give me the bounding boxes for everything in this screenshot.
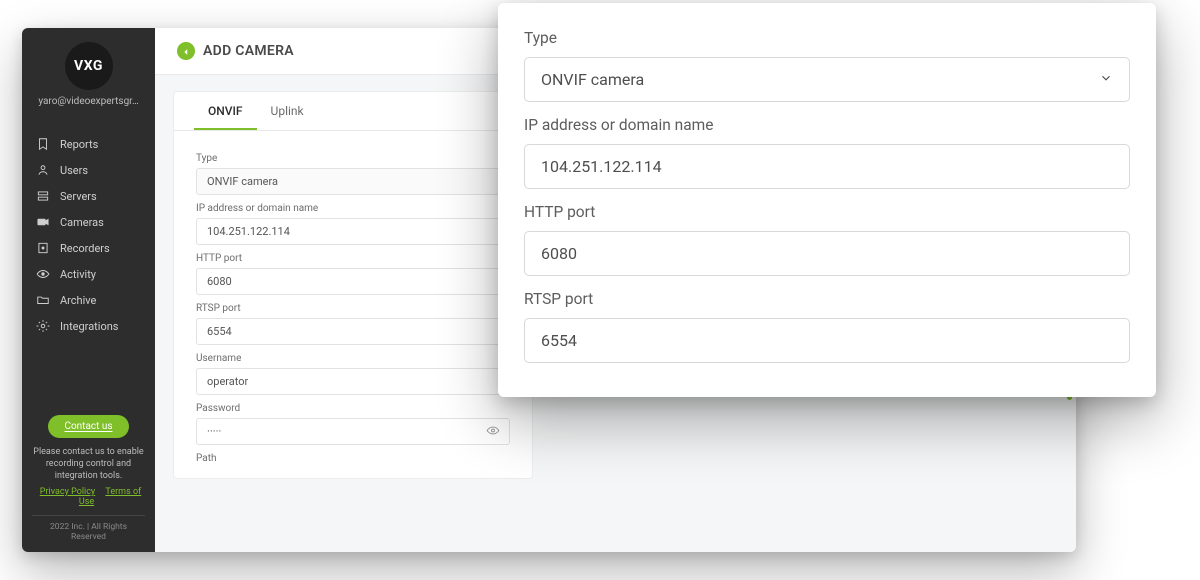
page-title: ADD CAMERA: [203, 43, 294, 59]
chevron-down-icon: [1099, 70, 1113, 89]
rtsp-port-value: 6554: [541, 331, 577, 350]
label-password: Password: [196, 403, 510, 414]
sidebar-item-cameras[interactable]: Cameras: [22, 209, 155, 235]
label-type: Type: [196, 153, 510, 164]
server-icon: [36, 189, 50, 203]
label-path: Path: [196, 453, 510, 464]
sidebar-item-label: Integrations: [60, 320, 118, 333]
sidebar-item-reports[interactable]: Reports: [22, 131, 155, 157]
folder-icon: [36, 293, 50, 307]
fg-label-rtsp: RTSP port: [524, 290, 1130, 308]
label-http: HTTP port: [196, 253, 510, 264]
toggle-password-visibility[interactable]: [486, 422, 500, 441]
sidebar-nav: Reports Users Servers Cameras Recorders …: [22, 131, 155, 339]
add-camera-card: ONVIF Uplink Type ONVIF camera IP addres…: [173, 91, 533, 479]
sidebar-item-label: Archive: [60, 294, 96, 307]
bookmark-icon: [36, 137, 50, 151]
ip-input-small[interactable]: [196, 218, 510, 245]
eye-icon: [486, 422, 500, 441]
fg-label-ip: IP address or domain name: [524, 116, 1130, 134]
zoom-panel: Type ONVIF camera IP address or domain n…: [498, 3, 1156, 397]
ip-input[interactable]: 104.251.122.114: [524, 144, 1130, 189]
eye-icon: [36, 267, 50, 281]
fg-label-http: HTTP port: [524, 203, 1130, 221]
back-button[interactable]: [177, 42, 195, 60]
tab-onvif[interactable]: ONVIF: [194, 92, 257, 130]
sidebar-item-recorders[interactable]: Recorders: [22, 235, 155, 261]
onvif-form: Type ONVIF camera IP address or domain n…: [174, 131, 532, 464]
sidebar-item-label: Activity: [60, 268, 96, 281]
sidebar-item-label: Recorders: [60, 242, 110, 255]
sidebar-footer: Contact us Please contact us to enable r…: [22, 403, 155, 552]
camera-icon: [36, 215, 50, 229]
rtsp-port-input-small[interactable]: [196, 318, 510, 345]
tabs: ONVIF Uplink: [174, 92, 532, 131]
ip-input-value: 104.251.122.114: [541, 157, 662, 176]
copyright: 2022 Inc. | All Rights Reserved: [32, 515, 145, 542]
privacy-policy-link[interactable]: Privacy Policy: [40, 487, 95, 497]
sidebar-item-activity[interactable]: Activity: [22, 261, 155, 287]
username-input[interactable]: [196, 368, 510, 395]
label-rtsp: RTSP port: [196, 303, 510, 314]
contact-us-button[interactable]: Contact us: [48, 415, 128, 438]
fg-label-type: Type: [524, 29, 1130, 47]
tab-uplink[interactable]: Uplink: [257, 92, 318, 130]
footer-note: Please contact us to enable recording co…: [32, 446, 145, 482]
user-icon: [36, 163, 50, 177]
recorder-icon: [36, 241, 50, 255]
type-select[interactable]: ONVIF camera: [524, 57, 1130, 102]
label-ip: IP address or domain name: [196, 203, 510, 214]
chevron-left-icon: [181, 42, 191, 61]
http-port-value: 6080: [541, 244, 577, 263]
sidebar-item-integrations[interactable]: Integrations: [22, 313, 155, 339]
sidebar-item-archive[interactable]: Archive: [22, 287, 155, 313]
sidebar-item-users[interactable]: Users: [22, 157, 155, 183]
user-email: yaro@videoexpertsgr…: [22, 90, 155, 117]
sidebar-item-label: Users: [60, 164, 88, 177]
sidebar-item-servers[interactable]: Servers: [22, 183, 155, 209]
sidebar-item-label: Cameras: [60, 216, 104, 229]
label-username: Username: [196, 353, 510, 364]
cog-icon: [36, 319, 50, 333]
sidebar: VXG yaro@videoexpertsgr… Reports Users S…: [22, 28, 155, 552]
http-port-input-small[interactable]: [196, 268, 510, 295]
type-select-value: ONVIF camera: [541, 70, 644, 89]
http-port-input[interactable]: 6080: [524, 231, 1130, 276]
sidebar-item-label: Reports: [60, 138, 98, 151]
password-input[interactable]: [196, 418, 510, 445]
sidebar-item-label: Servers: [60, 190, 97, 203]
type-select-small[interactable]: ONVIF camera: [196, 168, 510, 195]
rtsp-port-input[interactable]: 6554: [524, 318, 1130, 363]
brand-logo: VXG: [65, 42, 113, 90]
